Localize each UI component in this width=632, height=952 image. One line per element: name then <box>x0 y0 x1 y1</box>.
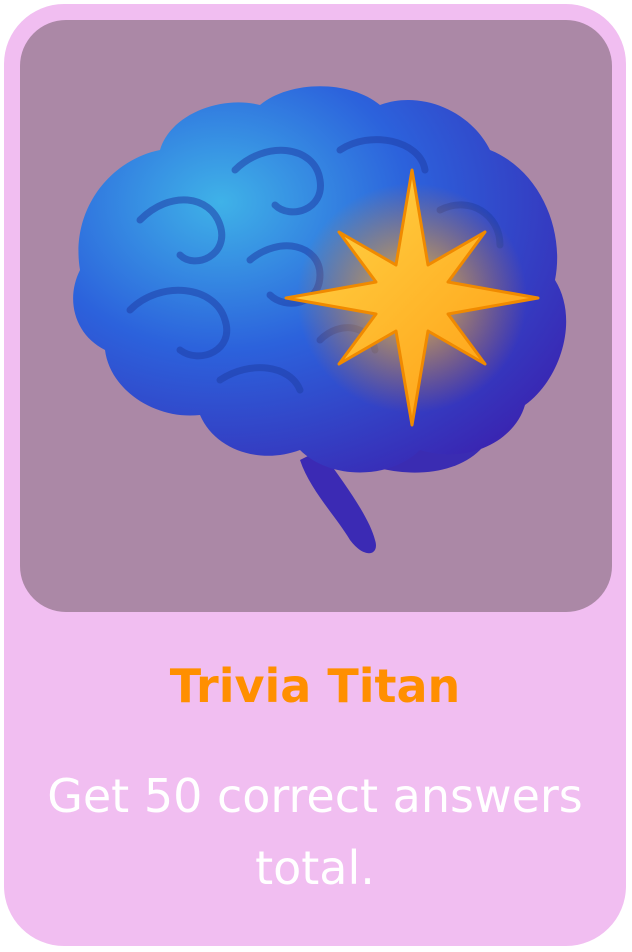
achievement-title: Trivia Titan <box>169 659 461 713</box>
achievement-artwork <box>20 20 612 612</box>
achievement-description: Get 50 correct answers total. <box>47 769 583 895</box>
brain-star-icon <box>73 86 567 554</box>
achievement-card[interactable]: Trivia Titan Get 50 correct answers tota… <box>4 4 626 946</box>
